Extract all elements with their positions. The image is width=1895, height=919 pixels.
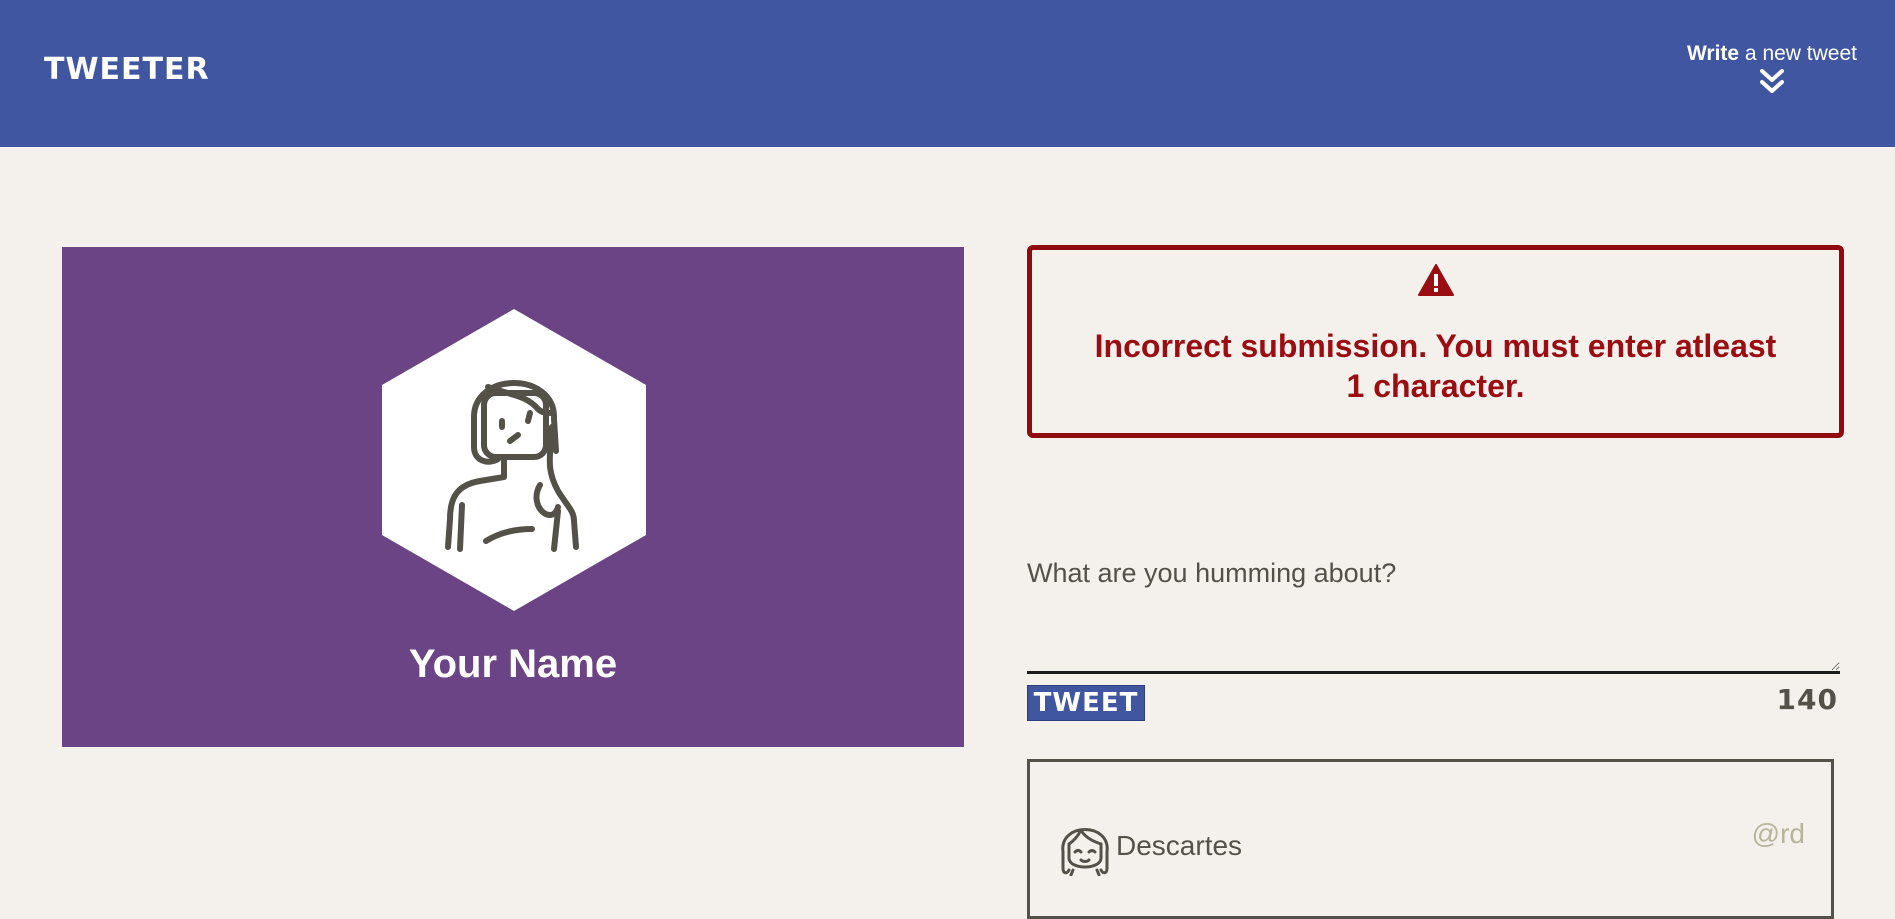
navbar: TWEETER Write a new tweet	[0, 0, 1895, 147]
tweet-author: Descartes	[1116, 830, 1243, 861]
brand-logo[interactable]: TWEETER	[44, 52, 210, 87]
profile-name: Your Name	[408, 642, 618, 686]
tweet-handle: @rd	[1751, 818, 1805, 849]
warning-triangle-icon	[1417, 264, 1454, 296]
profile-avatar	[382, 309, 646, 616]
profile-card: Your Name	[62, 247, 964, 747]
write-new-tweet-toggle[interactable]: Write a new tweet	[1687, 42, 1857, 94]
girl-face-avatar-icon	[1061, 828, 1109, 876]
tweet-input[interactable]	[1027, 548, 1840, 674]
double-chevron-down-icon[interactable]	[1759, 68, 1785, 94]
tweet-button[interactable]: TWEET	[1027, 685, 1145, 721]
girl-avatar-icon	[382, 309, 646, 611]
write-label-rest: a new tweet	[1739, 42, 1857, 65]
character-counter: 140	[1776, 683, 1838, 716]
error-text: Incorrect submission. You must enter atl…	[1094, 328, 1777, 404]
error-message-box: Incorrect submission. You must enter atl…	[1027, 245, 1844, 438]
write-label-bold: Write	[1686, 42, 1740, 65]
tweet-card: Descartes @rd	[1027, 759, 1834, 919]
